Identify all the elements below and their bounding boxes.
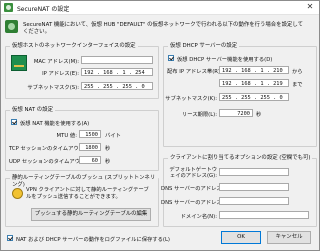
securenat-icon <box>5 20 18 33</box>
dns2-field[interactable] <box>219 197 289 205</box>
window-title: SecureNAT の設定 <box>17 6 70 13</box>
routing-icon <box>12 188 23 199</box>
subnet-mask-label: サブネットマスク(S): <box>27 85 79 91</box>
udp-timeout-unit: 秒 <box>105 159 111 165</box>
cancel-button[interactable]: キャンセル <box>267 231 311 244</box>
network-card-icon <box>11 55 27 71</box>
lease-label: リース期限(L): <box>181 112 217 118</box>
udp-timeout-field[interactable]: 60 <box>79 156 101 164</box>
lease-field[interactable]: 7200 <box>219 109 253 117</box>
virtual-interface-title: 仮想ホストのネットワークインターフェイスの設定 <box>10 43 138 50</box>
ok-button[interactable]: OK <box>221 231 261 244</box>
subnet-mask-field[interactable]: 255 . 255 . 255 . 0 <box>81 82 153 90</box>
mac-address-field[interactable] <box>81 56 153 64</box>
dhcp-range-until-label: まで <box>292 82 303 88</box>
dhcp-enable-label[interactable]: 仮想 DHCP サーバー機能を使用する(D) <box>177 55 272 63</box>
static-route-description: VPN クライアントに対して静的ルーティングテーブルをプッシュ送信することができ… <box>26 187 149 200</box>
nat-enable-label[interactable]: 仮想 NAT 機能を使用する(A) <box>20 119 89 127</box>
mtu-unit: バイト <box>105 133 121 139</box>
title-bar: SecureNAT の設定 ✕ <box>1 1 319 15</box>
dns2-label: DNS サーバーのアドレス 2(2): <box>161 200 237 206</box>
dns1-field[interactable] <box>219 183 289 191</box>
dhcp-range-start-field[interactable]: 192 . 168 . 1 . 210 <box>219 66 289 74</box>
virtual-nat-title: 仮想 NAT の設定 <box>10 107 55 114</box>
tcp-timeout-field[interactable]: 1800 <box>79 143 101 151</box>
udp-timeout-label: UDP セッションのタイムアウト(U): <box>9 159 96 165</box>
ip-label: IP アドレス(E): <box>42 71 79 77</box>
securenat-dialog: SecureNAT の設定 ✕ SecureNAT 機能において、仮想 HUB … <box>0 0 320 251</box>
tcp-timeout-label: TCP セッションのタイムアウト(T): <box>9 146 94 152</box>
dhcp-mask-field[interactable]: 255 . 255 . 255 . 0 <box>219 93 289 101</box>
dialog-description: SecureNAT 機能において、仮想 HUB "DEFAULT" の仮想ネット… <box>23 22 303 35</box>
edit-static-routes-button[interactable]: プッシュする静的ルーティングテーブルの編集 <box>31 208 151 221</box>
nat-enable-checkbox[interactable] <box>11 119 17 125</box>
log-label[interactable]: NAT および DHCP サーバーの動作をログファイルに保存する(L) <box>16 235 170 243</box>
dhcp-range-label: 配布 IP アドレス帯(R): <box>167 69 222 75</box>
dhcp-enable-checkbox[interactable] <box>168 55 174 61</box>
dhcp-range-to-label: から <box>292 69 303 75</box>
gateway-label: デフォルトゲートウェイのアドレス(G): <box>169 167 217 179</box>
client-options-title: クライアントに割り当てるオプションの設定 (空欄でも可) <box>168 155 313 162</box>
dns1-label: DNS サーバーのアドレス 1(1): <box>161 186 237 192</box>
dhcp-mask-label: サブネットマスク(K): <box>165 96 217 102</box>
close-icon[interactable]: ✕ <box>305 2 315 12</box>
mac-label: MAC アドレス(M): <box>33 59 79 65</box>
gateway-field[interactable] <box>219 168 289 176</box>
dhcp-range-end-field[interactable]: 192 . 168 . 1 . 219 <box>219 79 289 87</box>
dhcp-title: 仮想 DHCP サーバーの設定 <box>168 43 240 50</box>
domain-label: ドメイン名(N): <box>180 214 217 220</box>
ip-address-field[interactable]: 192 . 168 . 1 . 254 <box>81 68 153 76</box>
tcp-timeout-unit: 秒 <box>105 146 111 152</box>
mtu-label: MTU 値: <box>56 133 77 139</box>
domain-field[interactable] <box>219 211 309 219</box>
lease-unit: 秒 <box>256 112 262 118</box>
securenat-icon <box>4 3 13 12</box>
mtu-field[interactable]: 1500 <box>79 130 101 138</box>
log-checkbox[interactable] <box>7 235 13 241</box>
